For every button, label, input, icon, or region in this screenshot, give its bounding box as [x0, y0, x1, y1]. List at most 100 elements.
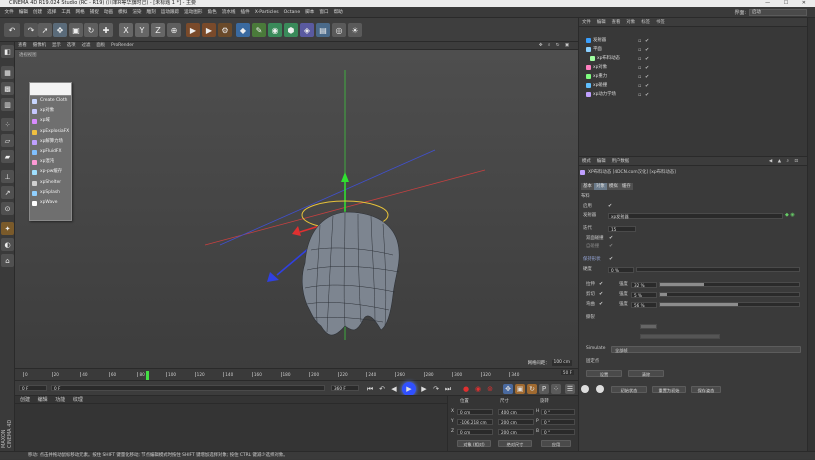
menu-item[interactable]: 捕捉 [87, 7, 101, 18]
viewport[interactable]: 透视视图 Create Cloth xp对象 xp域 xpExplosiaFX xp解算… [15, 50, 578, 368]
menu-item[interactable]: 网格 [73, 7, 87, 18]
stretch-field[interactable]: 32 % [631, 282, 657, 288]
floor-icon[interactable]: ▤ [316, 23, 330, 37]
sculpt-icon[interactable]: ✦ [1, 222, 14, 235]
rotation-p-field[interactable]: 0 ° [541, 419, 575, 425]
menu-item[interactable]: 运动图形 [182, 7, 205, 18]
last-tool-icon[interactable]: ✚ [99, 23, 113, 37]
next-key-icon[interactable]: ↷ [431, 384, 441, 394]
redo-icon[interactable]: ↷ [24, 23, 38, 37]
viewport-menu-view[interactable]: 查看 [15, 42, 30, 50]
rotation-h-field[interactable]: 0 ° [541, 409, 575, 415]
window-controls[interactable]: — ☐ ✕ [765, 0, 812, 7]
size-z-field[interactable]: 200 cm [498, 429, 534, 435]
coordinate-system-icon[interactable]: ⊕ [167, 23, 181, 37]
rigidity-slider[interactable] [636, 267, 800, 272]
undo-icon[interactable]: ↶ [4, 23, 20, 37]
key-param-icon[interactable]: P [539, 384, 549, 394]
record-keys-icon[interactable]: ● [461, 384, 471, 394]
rotate-tool-icon[interactable]: ↻ [84, 23, 98, 37]
move-tool-icon[interactable]: ✥ [53, 23, 67, 37]
solo-icon[interactable]: ◐ [1, 238, 14, 251]
position-y-field[interactable]: -106.218 cm [457, 419, 493, 425]
save-pose-button[interactable]: 保存姿态 [691, 386, 721, 393]
object-row[interactable]: xp布料动态 ▫ ✔ [584, 54, 804, 63]
viewport-menu-panel[interactable]: 面板 [93, 42, 108, 50]
goto-start-icon[interactable]: ⏮ [365, 384, 375, 394]
texture-mode-icon[interactable]: ▩ [1, 82, 14, 95]
tear-slider-2[interactable] [640, 334, 720, 339]
shear-checkbox[interactable]: ✔ [599, 291, 603, 297]
size-mode-dropdown[interactable]: 绝对尺寸 [498, 440, 532, 447]
key-rotation-icon[interactable]: ↻ [527, 384, 537, 394]
tear-slider-1[interactable] [640, 324, 657, 329]
tab-cache[interactable]: 缓存 [620, 183, 633, 190]
popup-menu-item[interactable]: xpWave [30, 198, 71, 208]
prev-frame-icon[interactable]: ◀ [389, 384, 399, 394]
tab-basic[interactable]: 基本 [581, 183, 594, 190]
object-row[interactable]: xp碰撞 ▫ ✔ [584, 81, 804, 90]
timeline-menu-icon[interactable]: ☰ [565, 384, 575, 394]
play-button[interactable]: ▶ [402, 382, 416, 396]
workplane-icon[interactable]: ▥ [1, 98, 14, 111]
shear-field[interactable]: 5 % [631, 292, 657, 298]
key-position-icon[interactable]: ✥ [503, 384, 513, 394]
position-x-field[interactable]: 0 cm [457, 409, 493, 415]
menu-item[interactable]: 工具 [59, 7, 73, 18]
object-row[interactable]: 发射器 ▫ ✔ [584, 36, 804, 45]
popup-search-box[interactable] [30, 83, 71, 96]
scale-tool-icon[interactable]: ▣ [69, 23, 83, 37]
reset-to-init-button[interactable]: 重置为初始 [652, 386, 686, 393]
rigidity-field[interactable]: 0 % [608, 267, 634, 273]
menu-item[interactable]: 窗口 [317, 7, 331, 18]
bend-checkbox[interactable]: ✔ [599, 301, 603, 307]
model-mode-icon[interactable]: ▦ [1, 66, 14, 79]
axis-z-button[interactable]: Z [151, 23, 165, 37]
om-menu-objects[interactable]: 对象 [623, 18, 638, 27]
object-row[interactable]: xp重力 ▫ ✔ [584, 72, 804, 81]
start-frame-field[interactable]: 0 F [19, 385, 47, 391]
tab-simulate[interactable]: 模拟 [607, 183, 620, 190]
simulate-dropdown[interactable]: 全部帧 [611, 346, 801, 353]
am-menu-edit[interactable]: 编辑 [594, 157, 609, 166]
rotation-b-field[interactable]: 0 ° [541, 429, 575, 435]
axis-mode-icon[interactable]: ⊥ [1, 170, 14, 183]
popup-menu-item[interactable]: xpSplash [30, 188, 71, 198]
shear-slider[interactable] [659, 292, 800, 297]
subdivision-icon[interactable]: ◉ [268, 23, 282, 37]
popup-menu-item[interactable]: xpShelter [30, 178, 71, 188]
visibility-flags-icon[interactable]: ▫ ✔ [638, 91, 650, 100]
deformer-icon[interactable]: ◈ [300, 23, 314, 37]
key-pla-icon[interactable]: ⁘ [551, 384, 561, 394]
emitter-link-icon[interactable]: ◆ ◉ [785, 212, 795, 218]
menu-item[interactable]: 选择 [45, 7, 59, 18]
om-menu-bookmarks[interactable]: 书签 [653, 18, 668, 27]
edges-mode-icon[interactable]: ▱ [1, 134, 14, 147]
tab-object[interactable]: 对象 [594, 183, 607, 190]
cube-icon[interactable]: ◆ [236, 23, 250, 37]
polygons-mode-icon[interactable]: ▰ [1, 150, 14, 163]
am-nav-icons[interactable]: ◀ ▲ ⌕ ⊡ [766, 157, 803, 166]
points-mode-icon[interactable]: ⁘ [1, 118, 14, 131]
object-row[interactable]: xp对象 ▫ ✔ [584, 63, 804, 72]
menu-item[interactable]: 流水线 [219, 7, 238, 18]
make-editable-icon[interactable]: ◧ [1, 45, 14, 58]
camera-icon[interactable]: ◎ [332, 23, 346, 37]
axis-y-button[interactable]: Y [135, 23, 149, 37]
om-menu-file[interactable]: 文件 [579, 18, 594, 27]
popup-menu-item[interactable]: xp域 [30, 116, 71, 126]
render-picture-viewer-icon[interactable]: ▶ [202, 23, 216, 37]
om-menu-edit[interactable]: 编辑 [594, 18, 609, 27]
viewport-menu-filter[interactable]: 过滤 [79, 42, 94, 50]
material-menu-function[interactable]: 功能 [52, 397, 68, 403]
init-state-button[interactable]: 初始状态 [611, 386, 647, 393]
snap-icon[interactable]: ⊙ [1, 202, 14, 215]
key-scale-icon[interactable]: ▣ [515, 384, 525, 394]
popup-menu-item[interactable]: xp解算力场 [30, 137, 71, 147]
next-frame-icon[interactable]: ▶ [419, 384, 429, 394]
end-frame-field[interactable]: 360 F [331, 385, 359, 391]
viewport-menu-camera[interactable]: 摄像机 [30, 42, 49, 50]
viewport-menu-prorender[interactable]: ProRender [108, 42, 137, 50]
viewport-menu-display[interactable]: 显示 [49, 42, 64, 50]
enabled-checkbox[interactable]: ✔ [608, 203, 612, 209]
